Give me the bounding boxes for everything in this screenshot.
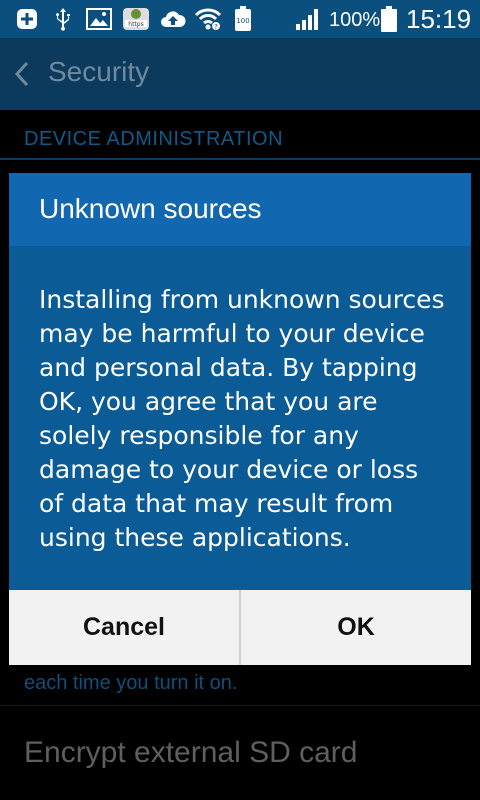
battery-percent: 100% bbox=[329, 9, 381, 31]
signal-icon bbox=[294, 7, 322, 31]
gallery-icon bbox=[86, 7, 112, 31]
dialog-title: Unknown sources bbox=[39, 193, 262, 224]
setting-summary: each time you turn it on. bbox=[24, 672, 238, 694]
back-arrow-icon[interactable] bbox=[12, 60, 32, 92]
page-title: Security bbox=[48, 56, 150, 87]
section-header-device-administration: DEVICE ADMINISTRATION bbox=[24, 128, 284, 150]
dialog-button-bar: Cancel OK bbox=[9, 590, 471, 665]
list-divider bbox=[0, 705, 480, 706]
action-bar: Security bbox=[0, 38, 480, 110]
https-app-icon: https bbox=[120, 7, 152, 31]
battery-icon bbox=[380, 6, 398, 32]
battery-saver-icon: 100 bbox=[232, 6, 254, 31]
section-divider bbox=[0, 158, 480, 160]
ok-button[interactable]: OK bbox=[241, 590, 471, 665]
dialog-message: Installing from unknown sources may be h… bbox=[39, 285, 445, 552]
https-label: https bbox=[128, 21, 143, 28]
cloud-upload-icon bbox=[160, 7, 186, 31]
usb-icon bbox=[52, 7, 74, 31]
svg-text:?: ? bbox=[214, 23, 218, 31]
status-bar: https ? 100 100% 15:19 bbox=[0, 0, 480, 38]
wifi-icon: ? bbox=[194, 7, 222, 31]
cancel-button[interactable]: Cancel bbox=[9, 590, 239, 665]
dialog-title-bar: Unknown sources bbox=[9, 173, 471, 246]
add-icon bbox=[14, 7, 40, 31]
battery-saver-label: 100 bbox=[236, 17, 249, 25]
setting-encrypt-sd-card[interactable]: Encrypt external SD card bbox=[24, 736, 357, 770]
clock: 15:19 bbox=[406, 4, 472, 34]
unknown-sources-dialog: Unknown sources Installing from unknown … bbox=[9, 173, 471, 665]
